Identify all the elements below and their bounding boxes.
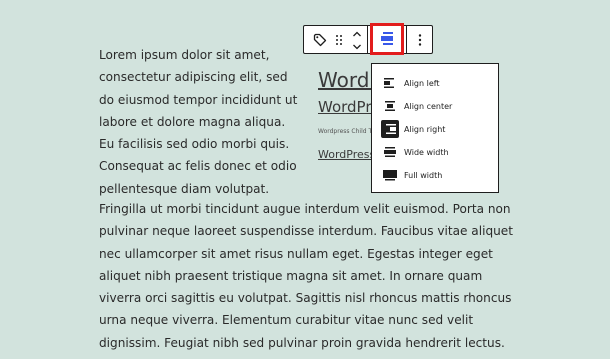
menu-item-wide-width[interactable]: Wide width bbox=[372, 141, 498, 163]
menu-item-align-center[interactable]: Align center bbox=[372, 95, 498, 117]
full-width-icon bbox=[383, 170, 397, 181]
menu-item-label: Align center bbox=[404, 101, 453, 111]
align-button[interactable] bbox=[370, 23, 404, 55]
text-line: nec ullamcorper sit amet risus nullam eg… bbox=[99, 246, 493, 261]
paragraph-bottom: Fringilla ut morbi tincidunt augue inter… bbox=[99, 198, 513, 354]
move-up-icon bbox=[353, 31, 361, 36]
text-line: consectetur adipiscing elit, sed bbox=[99, 70, 288, 85]
menu-item-full-width[interactable]: Full width bbox=[372, 164, 498, 186]
move-up-button[interactable] bbox=[350, 27, 364, 40]
paragraph-top: Lorem ipsum dolor sit amet, consectetur … bbox=[99, 44, 299, 200]
menu-item-label: Align left bbox=[404, 78, 440, 88]
toolbar-separator bbox=[406, 26, 407, 53]
menu-item-label: Full width bbox=[404, 170, 443, 180]
block-toolbar bbox=[303, 23, 433, 55]
menu-item-align-left[interactable]: Align left bbox=[372, 72, 498, 94]
text-line: aliquet nibh praesent tristique magna si… bbox=[99, 268, 483, 283]
text-line: viverra orci sagittis eu volutpat. Sagit… bbox=[99, 291, 512, 306]
align-dropdown-menu: Align left Align center Align right Wide… bbox=[371, 63, 499, 193]
text-line: pulvinar neque laoreet suspendisse inter… bbox=[99, 224, 513, 239]
align-icon bbox=[381, 32, 393, 45]
align-left-icon bbox=[384, 78, 394, 88]
text-line: do eiusmod tempor incididunt ut bbox=[99, 92, 298, 107]
text-line: labore et dolore magna aliqua. bbox=[99, 114, 286, 129]
drag-handle-icon bbox=[336, 34, 342, 45]
move-down-button[interactable] bbox=[350, 40, 364, 53]
menu-item-label: Wide width bbox=[404, 147, 449, 157]
align-right-icon bbox=[386, 124, 396, 134]
tag-icon bbox=[313, 33, 327, 46]
menu-item-label: Align right bbox=[404, 124, 446, 134]
text-line: Consequat ac felis donec et odio bbox=[99, 159, 297, 174]
move-down-icon bbox=[353, 44, 361, 49]
block-link[interactable]: WordPress bbox=[318, 148, 375, 161]
text-line: pellentesque diam volutpat. bbox=[99, 181, 270, 196]
menu-item-align-right[interactable]: Align right bbox=[372, 118, 498, 140]
toolbar-separator bbox=[367, 26, 368, 53]
align-center-icon bbox=[385, 101, 395, 111]
text-line: Fringilla ut morbi tincidunt augue inter… bbox=[99, 202, 511, 216]
text-line: Lorem ipsum dolor sit amet, bbox=[99, 48, 270, 62]
text-line: urna neque viverra. Elementum curabitur … bbox=[99, 313, 474, 328]
more-options-icon bbox=[418, 33, 422, 46]
wide-width-icon bbox=[384, 147, 396, 157]
text-line: dignissim. Feugiat nibh sed pulvinar pro… bbox=[99, 335, 505, 350]
drag-handle[interactable] bbox=[332, 26, 346, 53]
more-options-button[interactable] bbox=[408, 26, 432, 53]
text-line: Eu facilisis sed odio morbi quis. bbox=[99, 137, 290, 152]
block-type-button[interactable] bbox=[308, 26, 332, 53]
